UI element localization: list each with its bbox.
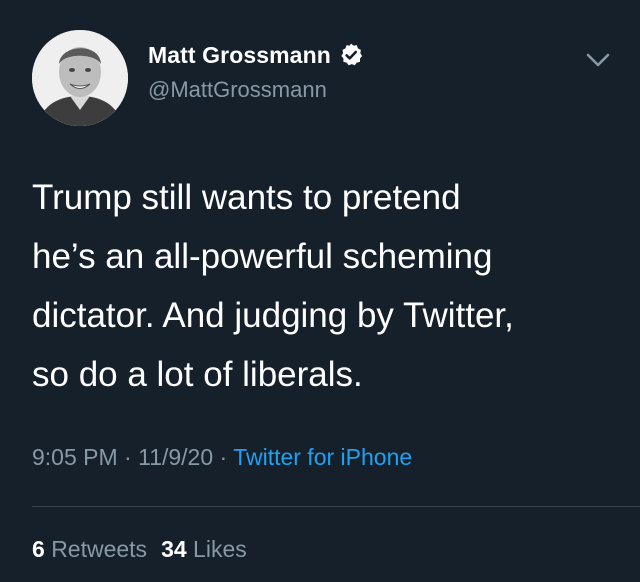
tweet-stats: 6 Retweets 34 Likes <box>32 536 247 563</box>
tweet-source-link[interactable]: Twitter for iPhone <box>233 444 412 470</box>
likes-stat[interactable]: 34 Likes <box>161 536 247 562</box>
tweet-text-line: Trump still wants to pretend <box>32 178 461 217</box>
author-name-row[interactable]: Matt Grossmann <box>148 40 364 70</box>
tweet-text-line: so do a lot of liberals. <box>32 355 363 394</box>
avatar-photo <box>32 30 128 126</box>
likes-label: Likes <box>193 536 247 562</box>
chevron-down-icon[interactable] <box>584 50 612 70</box>
author-display-name[interactable]: Matt Grossmann <box>148 42 331 69</box>
retweets-stat[interactable]: 6 Retweets <box>32 536 147 562</box>
retweets-count: 6 <box>32 536 45 562</box>
meta-separator: · <box>124 444 132 470</box>
likes-count: 34 <box>161 536 187 562</box>
tweet-text-line: dictator. And judging by Twitter, <box>32 296 514 335</box>
divider <box>32 506 640 507</box>
tweet-text: Trump still wants to pretend he’s an all… <box>32 168 622 404</box>
retweets-label: Retweets <box>51 536 148 562</box>
tweet-meta: 9:05 PM · 11/9/20 · Twitter for iPhone <box>32 444 412 471</box>
tweet-text-line: he’s an all-powerful scheming <box>32 237 493 276</box>
author-handle[interactable]: @MattGrossmann <box>148 77 327 103</box>
tweet-time[interactable]: 9:05 PM <box>32 444 118 470</box>
tweet-date[interactable]: 11/9/20 <box>138 444 213 470</box>
verified-badge-icon <box>341 43 362 66</box>
meta-separator: · <box>219 444 228 470</box>
avatar[interactable] <box>32 30 128 126</box>
